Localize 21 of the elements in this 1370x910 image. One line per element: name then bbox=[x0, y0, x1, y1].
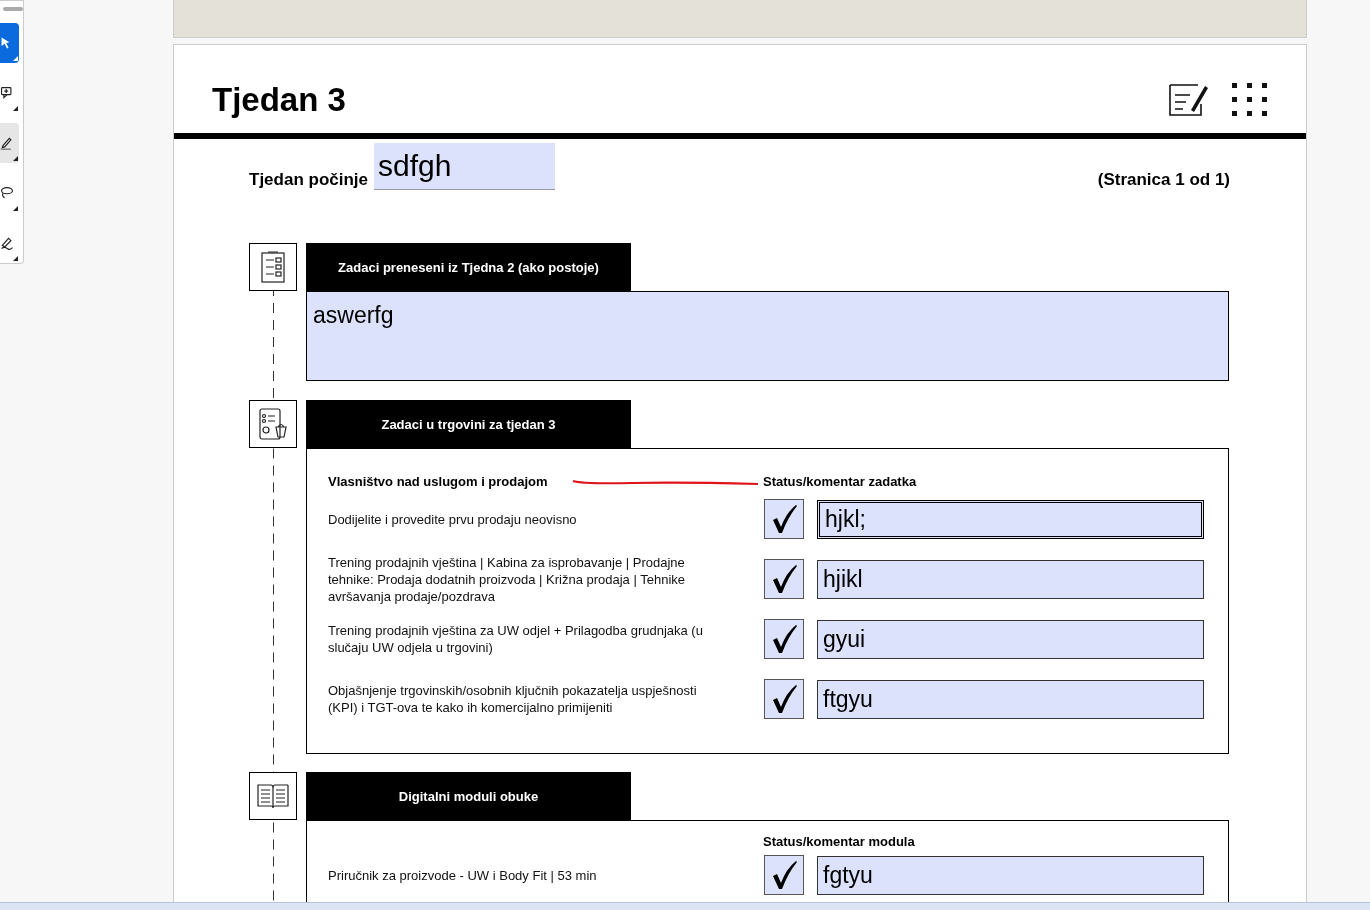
task-label: Trening prodajnih vještina | Kabina za isprobavanje | Prodajne tehnike: Prodaja dodatnih proizvoda | Križna prodaja | Tehnike avršavanja prodaje/pozdrava bbox=[328, 553, 687, 605]
page-number: (Stranica 1 od 1) bbox=[1097, 170, 1230, 190]
status-column-heading: Status/komentar modula bbox=[763, 834, 915, 849]
status-comment-field[interactable]: hjikl bbox=[817, 559, 1204, 599]
task-label: Objašnjenje trgovinskih/osobnih ključnih pokazatelja uspješnosti (KPI) i TGT-ova te kako ih komercijalno primijeniti bbox=[328, 682, 698, 716]
status-comment-field[interactable]: fgtyu bbox=[817, 855, 1204, 895]
task-label: Priručnik za proizvode - UW i Body Fit | 53 min bbox=[328, 866, 598, 884]
status-comment-field[interactable]: hjkl; bbox=[817, 499, 1204, 539]
status-column-heading: Status/komentar zadatka bbox=[763, 474, 917, 489]
status-comment-field[interactable]: ftgyu bbox=[817, 679, 1204, 719]
page-title: Tjedan 3 bbox=[212, 81, 347, 119]
task-label: Dodijelite i provedite prvu prodaju neovisno bbox=[328, 510, 578, 528]
task-label: Trening prodajnih vještina za UW odjel + Prilagodba grudnjaka (u slučaju UW odjela u trgovini) bbox=[328, 622, 704, 656]
section-header: Zadaci u trgovini za tjedan 3 bbox=[306, 400, 631, 448]
status-comment-field[interactable]: gyui bbox=[817, 619, 1204, 659]
section-header: Digitalni moduli obuke bbox=[306, 772, 631, 820]
week-start-field[interactable]: sdfgh bbox=[374, 143, 556, 190]
week-start-label: Tjedan počinje bbox=[249, 170, 370, 190]
section-header: Zadaci preneseni iz Tjedna 2 (ako postoje) bbox=[306, 243, 631, 291]
text-area-field[interactable]: aswerfg bbox=[306, 291, 1229, 381]
group-heading: Vlasništvo nad uslugom i prodajom bbox=[328, 474, 549, 489]
